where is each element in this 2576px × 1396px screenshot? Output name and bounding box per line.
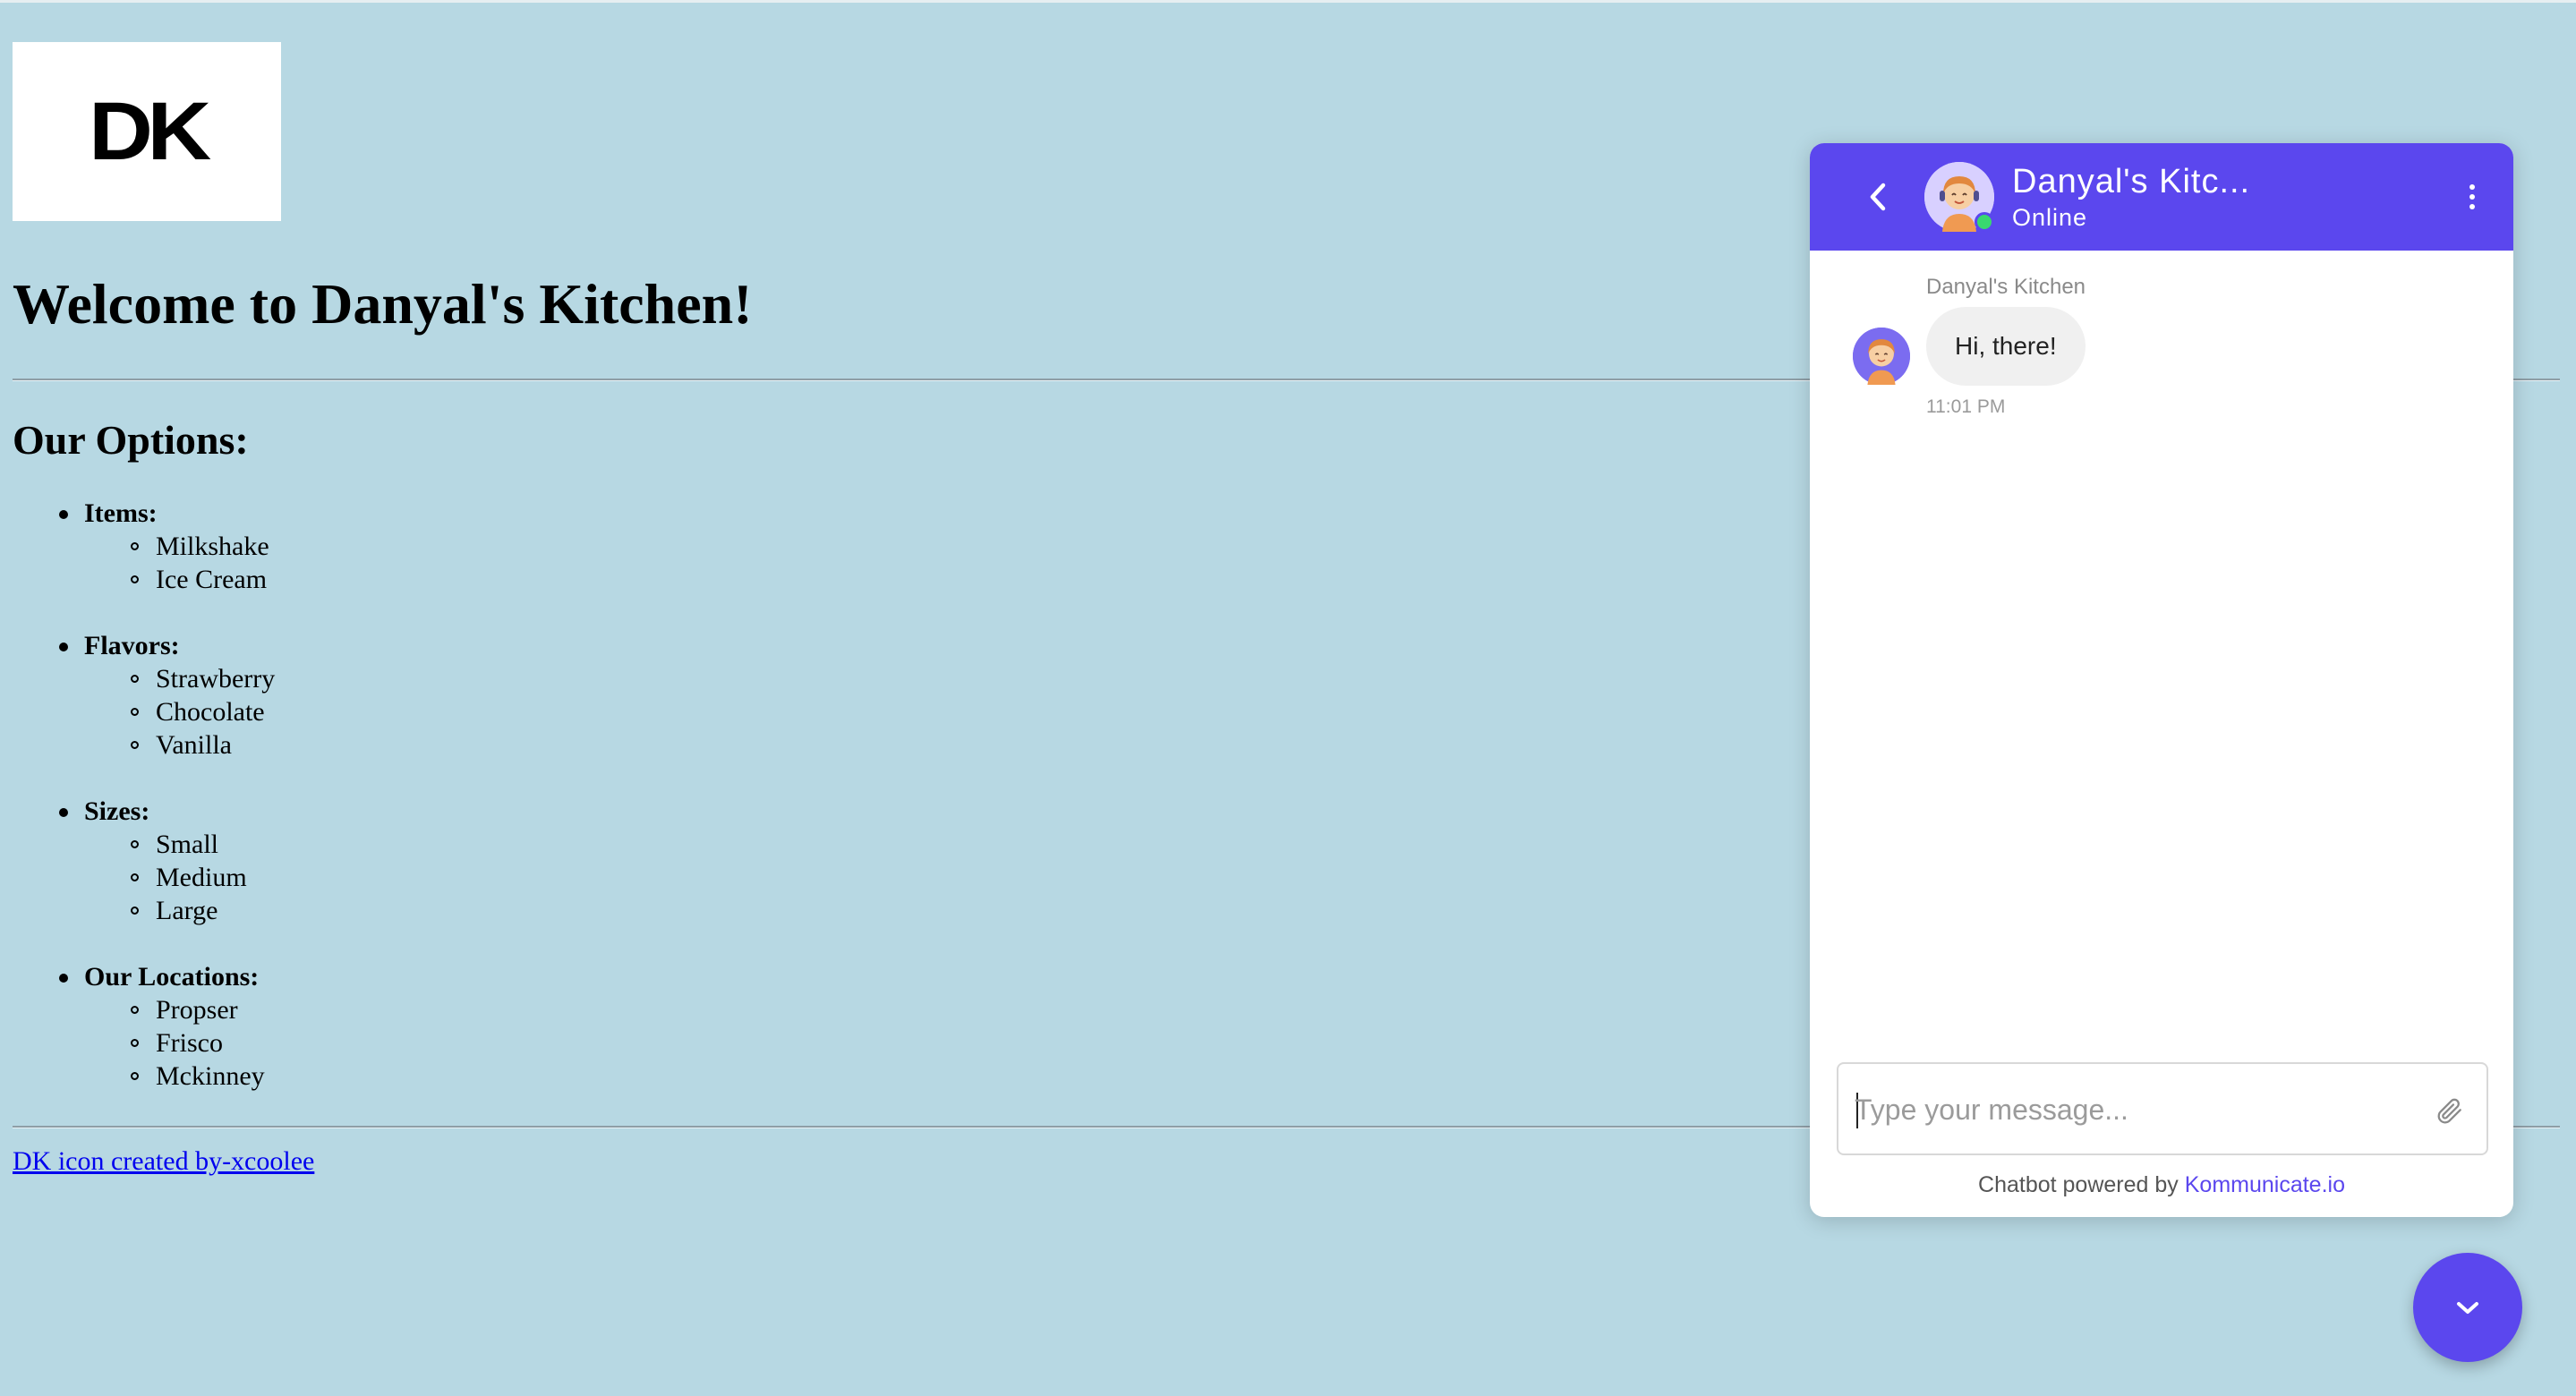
paperclip-icon: [2437, 1098, 2461, 1124]
list-item: Chocolate: [84, 695, 275, 728]
options-heading: Our Options:: [13, 417, 249, 463]
category-sizes: Sizes: Small Medium Large: [0, 795, 275, 927]
list-item-text: Small: [156, 830, 219, 859]
more-options-button[interactable]: [2461, 179, 2483, 215]
category-label: Our Locations:: [84, 962, 260, 992]
list-item-text: Medium: [156, 863, 247, 892]
bullet: [131, 840, 139, 848]
category-label: Flavors:: [84, 631, 180, 660]
logo-text: DK: [88, 85, 211, 177]
bullet: [59, 808, 68, 817]
chat-toggle-button[interactable]: [2413, 1253, 2522, 1362]
page: DK Welcome to Danyal's Kitchen! Our Opti…: [0, 0, 2576, 1396]
bullet: [131, 873, 139, 881]
powered-by: Chatbot powered by Kommunicate.io: [1810, 1172, 2513, 1198]
message-sender: Danyal's Kitchen: [1926, 275, 2086, 299]
list-item-text: Mckinney: [156, 1061, 265, 1091]
list-item-text: Propser: [156, 995, 238, 1025]
category-locations: Our Locations: Propser Frisco Mckinney: [0, 960, 275, 1093]
online-indicator: [1975, 212, 1994, 232]
chat-status: Online: [2012, 204, 2088, 231]
bullet: [131, 741, 139, 749]
bullet: [59, 510, 68, 519]
chevron-down-icon: [2457, 1302, 2478, 1314]
category-sublist: Small Medium Large: [84, 828, 275, 927]
bullet: [131, 1039, 139, 1047]
category-sublist: Milkshake Ice Cream: [84, 530, 275, 596]
list-item: Strawberry: [84, 662, 275, 695]
list-item: Frisco: [84, 1026, 275, 1060]
message-avatar: [1853, 328, 1910, 385]
back-button[interactable]: [1858, 177, 1898, 217]
list-item: Large: [84, 894, 275, 927]
list-item: Vanilla: [84, 728, 275, 762]
list-item-text: Ice Cream: [156, 565, 268, 594]
page-title: Welcome to Danyal's Kitchen!: [13, 272, 753, 336]
more-vertical-icon-dot: [2469, 204, 2475, 209]
category-flavors: Flavors: Strawberry Chocolate Vanilla: [0, 629, 275, 762]
bullet: [131, 708, 139, 716]
list-item: Small: [84, 828, 275, 861]
category-sublist: Propser Frisco Mckinney: [84, 993, 275, 1093]
list-item-text: Milkshake: [156, 532, 269, 561]
dk-logo: DK: [13, 42, 281, 221]
bullet: [131, 575, 139, 583]
bullet: [131, 907, 139, 915]
message-bubble: Hi, there!: [1926, 307, 2086, 386]
message-input-container: [1837, 1062, 2488, 1155]
bullet: [131, 542, 139, 550]
list-item-text: Large: [156, 896, 218, 925]
chevron-left-icon: [1870, 183, 1886, 211]
bullet: [131, 1072, 139, 1080]
bullet: [131, 1006, 139, 1014]
list-item: Mckinney: [84, 1060, 275, 1093]
bullet: [59, 974, 68, 983]
more-vertical-icon: [2469, 184, 2475, 190]
list-item: Milkshake: [84, 530, 275, 563]
list-item-text: Vanilla: [156, 730, 232, 760]
chat-title: Danyal's Kitc...: [2012, 163, 2251, 200]
top-border: [0, 0, 2576, 3]
category-sublist: Strawberry Chocolate Vanilla: [84, 662, 275, 762]
list-item: Medium: [84, 861, 275, 894]
options-list: Items: Milkshake Ice Cream Flavors: Stra…: [0, 497, 275, 1093]
list-item-text: Chocolate: [156, 697, 265, 727]
bot-face-icon: [1853, 328, 1910, 385]
kommunicate-link[interactable]: Kommunicate.io: [2185, 1172, 2345, 1197]
bot-avatar: [1924, 162, 1994, 232]
chat-header: Danyal's Kitc... Online: [1810, 143, 2513, 251]
chat-widget: Danyal's Kitc... Online Danyal's Kitchen…: [1810, 143, 2513, 1217]
powered-by-text: Chatbot powered by: [1978, 1172, 2179, 1197]
list-item-text: Strawberry: [156, 664, 276, 694]
list-item-text: Frisco: [156, 1028, 223, 1058]
list-item: Ice Cream: [84, 563, 275, 596]
bullet: [131, 675, 139, 683]
bullet: [59, 643, 68, 651]
icon-credit-link[interactable]: DK icon created by-xcoolee: [13, 1144, 314, 1179]
message-timestamp: 11:01 PM: [1926, 396, 2006, 417]
category-label: Items:: [84, 498, 158, 528]
list-item: Propser: [84, 993, 275, 1026]
category-label: Sizes:: [84, 796, 150, 826]
message-input[interactable]: [1853, 1084, 2411, 1136]
category-items: Items: Milkshake Ice Cream: [0, 497, 275, 596]
attach-button[interactable]: [2429, 1091, 2469, 1130]
more-vertical-icon-dot: [2469, 194, 2475, 200]
